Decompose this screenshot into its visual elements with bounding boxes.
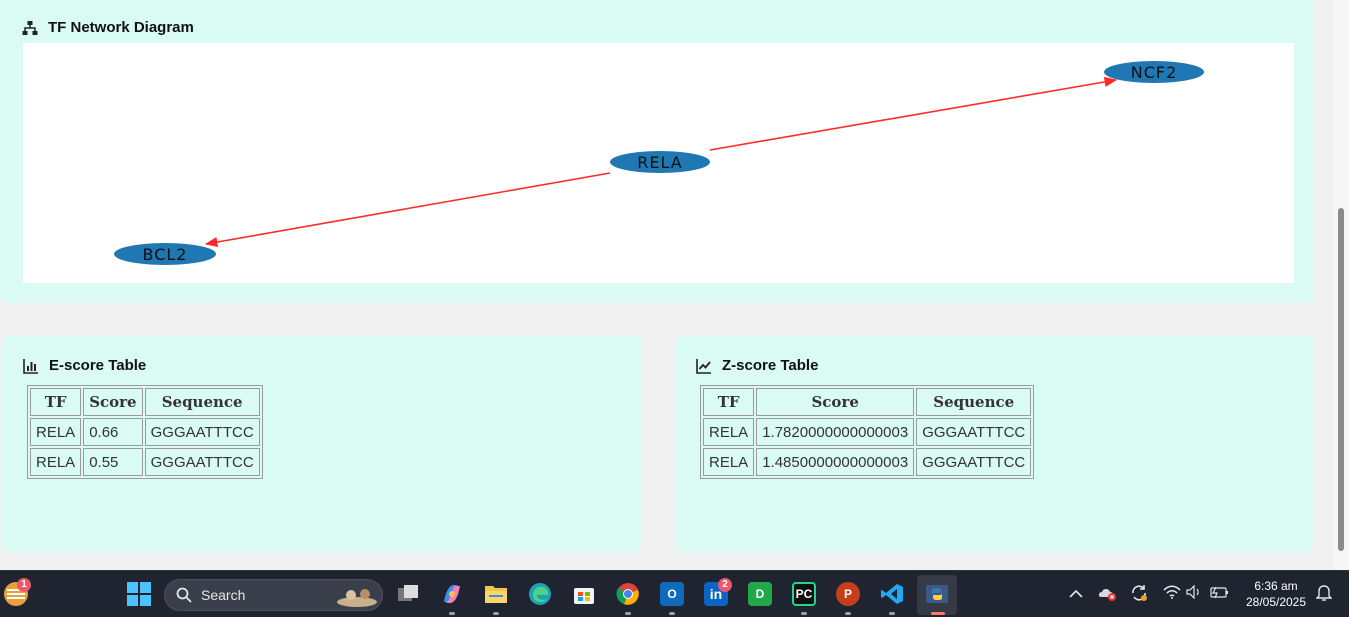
- network-graph: BCL2 RELA NCF2: [114, 61, 1204, 265]
- sync-icon[interactable]: [1130, 584, 1148, 605]
- file-explorer-icon[interactable]: [484, 582, 508, 606]
- table-header-row: TF Score Sequence: [703, 388, 1032, 416]
- network-panel-header: TF Network Diagram: [22, 19, 194, 36]
- copilot-indicator: [449, 612, 455, 615]
- edge-rela-bcl2: [204, 172, 611, 248]
- powerpoint-indicator: [845, 612, 851, 615]
- chrome-icon[interactable]: [616, 582, 640, 606]
- cell-sequence: GGGAATTTCC: [144, 448, 260, 476]
- cell-tf: RELA: [703, 448, 755, 476]
- node-rela[interactable]: RELA: [610, 151, 710, 173]
- vscode-icon[interactable]: [880, 582, 904, 606]
- chrome-indicator: [625, 612, 631, 615]
- network-diagram-panel: TF Network Diagram BCL2 RELA NCF2: [0, 0, 1314, 303]
- system-clock[interactable]: 6:36 am 28/05/2025: [1238, 578, 1314, 610]
- node-label-ncf2: NCF2: [1131, 63, 1178, 82]
- search-label: Search: [201, 587, 246, 603]
- column-header-score: Score: [83, 388, 143, 416]
- outlook-indicator: [669, 612, 675, 615]
- bar-chart-icon: [23, 358, 38, 374]
- table-row: RELA 0.55 GGGAATTTCC: [30, 448, 260, 476]
- speaker-icon[interactable]: [1186, 584, 1202, 602]
- notifications-icon[interactable]: [1315, 584, 1333, 605]
- escore-panel-header: E-score Table: [23, 357, 146, 374]
- cell-score: 1.7820000000000003: [756, 418, 915, 446]
- column-header-tf: TF: [30, 388, 82, 416]
- pycharm-icon[interactable]: PC: [792, 582, 816, 606]
- taskbar: 1 Search O in 2 D PC P 6:36 am 28/05/202…: [0, 570, 1349, 617]
- vscode-indicator: [889, 612, 895, 615]
- column-header-sequence: Sequence: [916, 388, 1032, 416]
- column-header-tf: TF: [703, 388, 755, 416]
- escore-panel: E-score Table TF Score Sequence RELA 0.6…: [2, 336, 642, 552]
- zscore-panel-title: Z-score Table: [722, 357, 819, 374]
- sitemap-icon: [22, 20, 38, 35]
- cell-score: 0.55: [83, 448, 143, 476]
- escore-panel-title: E-score Table: [49, 357, 147, 374]
- node-label-rela: RELA: [637, 153, 682, 172]
- cell-tf: RELA: [30, 448, 82, 476]
- python-active-indicator: [931, 612, 945, 615]
- table-row: RELA 1.4850000000000003 GGGAATTTCC: [703, 448, 1032, 476]
- weather-badge: 1: [17, 578, 31, 592]
- node-bcl2[interactable]: BCL2: [114, 243, 216, 265]
- cell-score: 0.66: [83, 418, 143, 446]
- taskbar-search-box[interactable]: Search: [164, 579, 383, 611]
- onedrive-error-icon[interactable]: [1098, 585, 1118, 604]
- table-header-row: TF Score Sequence: [30, 388, 260, 416]
- clock-time: 6:36 am: [1254, 579, 1298, 593]
- wifi-icon[interactable]: [1163, 585, 1181, 602]
- node-label-bcl2: BCL2: [143, 245, 188, 264]
- task-view-icon[interactable]: [396, 582, 420, 606]
- battery-icon[interactable]: [1210, 585, 1230, 602]
- node-ncf2[interactable]: NCF2: [1104, 61, 1204, 83]
- cell-tf: RELA: [703, 418, 755, 446]
- zscore-panel: Z-score Table TF Score Sequence RELA 1.7…: [675, 336, 1314, 552]
- cell-score: 1.4850000000000003: [756, 448, 915, 476]
- store-icon[interactable]: [572, 582, 596, 606]
- outlook-icon[interactable]: O: [660, 582, 684, 606]
- line-chart-icon: [696, 358, 711, 374]
- escore-table: TF Score Sequence RELA 0.66 GGGAATTTCC R…: [27, 385, 263, 479]
- start-icon[interactable]: [127, 582, 151, 606]
- network-canvas[interactable]: BCL2 RELA NCF2: [23, 43, 1294, 283]
- chevron-up-icon[interactable]: [1069, 586, 1083, 602]
- edge-rela-ncf2: [709, 76, 1118, 151]
- column-header-sequence: Sequence: [144, 388, 260, 416]
- dbeaver-icon[interactable]: D: [748, 582, 772, 606]
- cell-sequence: GGGAATTTCC: [144, 418, 260, 446]
- table-row: RELA 0.66 GGGAATTTCC: [30, 418, 260, 446]
- zscore-table: TF Score Sequence RELA 1.782000000000000…: [700, 385, 1035, 479]
- scrollbar-thumb[interactable]: [1338, 208, 1344, 551]
- table-row: RELA 1.7820000000000003 GGGAATTTCC: [703, 418, 1032, 446]
- network-panel-title: TF Network Diagram: [48, 19, 194, 36]
- cell-sequence: GGGAATTTCC: [916, 418, 1032, 446]
- clock-date: 28/05/2025: [1245, 595, 1307, 609]
- pycharm-indicator: [801, 612, 807, 615]
- linkedin-badge: 2: [718, 578, 732, 592]
- cell-sequence: GGGAATTTCC: [916, 448, 1032, 476]
- powerpoint-icon[interactable]: P: [836, 582, 860, 606]
- edge-icon[interactable]: [528, 582, 552, 606]
- copilot-icon[interactable]: [440, 582, 464, 606]
- cell-tf: RELA: [30, 418, 82, 446]
- column-header-score: Score: [756, 388, 915, 416]
- file-explorer-indicator: [493, 612, 499, 615]
- search-highlight-art-icon: [337, 589, 377, 607]
- python-icon[interactable]: [925, 582, 949, 606]
- zscore-panel-header: Z-score Table: [696, 357, 818, 374]
- search-icon: [176, 587, 192, 603]
